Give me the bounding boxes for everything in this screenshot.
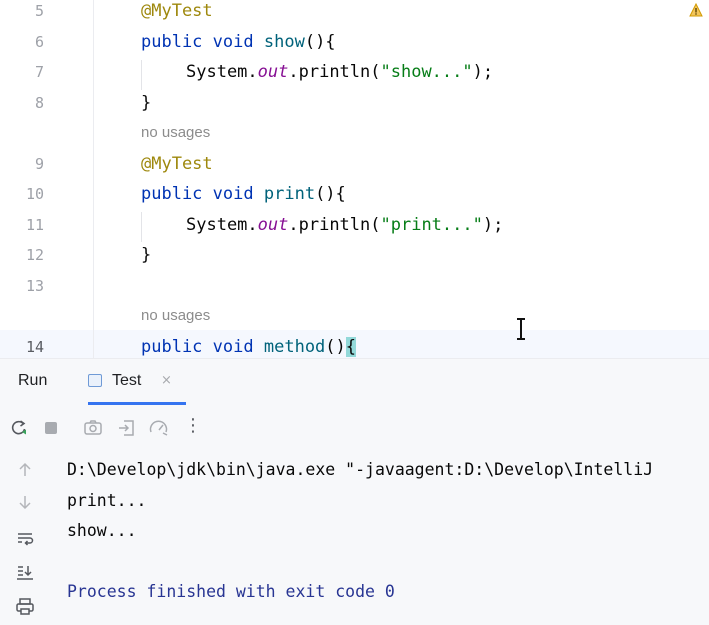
exit-icon[interactable] (116, 417, 138, 439)
token: public (141, 31, 203, 52)
console-line: D:\Develop\jdk\bin\java.exe "-javaagent:… (67, 460, 654, 479)
code-editor[interactable]: 5 @MyTest 6 public void show(){7 System.out.… (0, 0, 709, 358)
line-number[interactable]: 11 (0, 210, 44, 240)
code-text[interactable]: public void show(){ (141, 27, 336, 57)
console-side-toolbar (0, 455, 50, 625)
token: print (263, 184, 316, 204)
rerun-icon[interactable] (8, 417, 30, 439)
usage-hint-row: no usages (0, 301, 709, 331)
code-line: 5 @MyTest (0, 0, 709, 26)
arrow-up-icon[interactable] (14, 459, 36, 481)
exit-status-line: Process finished with exit code 0 (67, 582, 395, 601)
arrow-down-icon[interactable] (14, 491, 36, 513)
token: out (257, 62, 289, 82)
token: } (141, 92, 152, 113)
line-number[interactable]: 10 (0, 179, 44, 209)
code-line: 8} (0, 88, 709, 118)
inlay-hint[interactable]: no usages (141, 118, 210, 148)
run-title[interactable]: Run (18, 372, 47, 390)
token: @MyTest (141, 153, 213, 174)
code-text[interactable]: @MyTest (141, 0, 213, 26)
inlay-hint[interactable]: no usages (141, 301, 210, 331)
line-number[interactable]: 7 (0, 57, 44, 87)
token: @MyTest (141, 1, 213, 21)
camera-icon[interactable] (82, 417, 104, 439)
token: System. (186, 62, 258, 82)
line-number[interactable]: 13 (0, 271, 44, 301)
token: show (263, 31, 305, 52)
token: () (325, 336, 346, 357)
code-line: 14 public void method(){ (0, 332, 709, 359)
code-line: 9 @MyTest (0, 149, 709, 179)
token: method (263, 336, 326, 357)
token: "print..." (380, 214, 483, 235)
line-number[interactable]: 6 (0, 27, 44, 57)
more-icon[interactable]: ⋮ (182, 415, 204, 437)
token: (){ (304, 31, 336, 52)
console-output[interactable]: D:\Develop\jdk\bin\java.exe "-javaagent:… (67, 455, 709, 625)
line-number[interactable]: 12 (0, 240, 44, 270)
scroll-to-end-icon[interactable] (14, 561, 36, 583)
tab-active-indicator (88, 402, 186, 405)
console-line: show... (67, 521, 137, 540)
run-tool-window: Run Test × ⋮ D:\Develop\jdk\bin\java.exe… (0, 358, 709, 625)
token: void (212, 31, 254, 52)
code-line: 10 public void print(){ (0, 179, 709, 209)
token: void (212, 184, 254, 204)
token: public (141, 336, 203, 357)
token: void (212, 336, 254, 357)
code-line: 6 public void show(){ (0, 27, 709, 57)
soft-wrap-icon[interactable] (14, 527, 36, 549)
run-toolbar: ⋮ (0, 413, 709, 445)
usage-hint-row: no usages (0, 118, 709, 148)
code-text[interactable]: public void method(){ (141, 332, 357, 359)
close-icon[interactable]: × (161, 373, 172, 388)
print-icon[interactable] (14, 595, 36, 617)
code-line: 7 System.out.println("show..."); (0, 57, 709, 87)
run-header: Run Test × (0, 359, 709, 405)
token: .println( (288, 62, 381, 82)
code-text[interactable]: @MyTest (141, 149, 213, 179)
code-line: 12} (0, 240, 709, 270)
line-number[interactable]: 9 (0, 149, 44, 179)
token: (){ (315, 184, 346, 204)
token: .println( (288, 214, 381, 235)
warning-icon[interactable] (689, 2, 703, 21)
code-text[interactable]: } (141, 88, 151, 118)
console-line: print... (67, 490, 147, 510)
stop-icon[interactable] (40, 417, 62, 439)
token: "show..." (380, 62, 473, 82)
code-text[interactable]: System.out.println("show..."); (186, 57, 493, 87)
line-number[interactable]: 8 (0, 88, 44, 118)
tab-label: Test (112, 372, 142, 389)
line-number[interactable]: 14 (0, 332, 44, 359)
token: public (141, 184, 203, 204)
code-line: 11 System.out.println("print..."); (0, 210, 709, 240)
token: ); (482, 214, 504, 235)
code-text[interactable]: public void print(){ (141, 179, 346, 209)
tab-test[interactable]: Test × (88, 359, 186, 405)
line-number[interactable]: 5 (0, 0, 44, 26)
code-text[interactable]: } (141, 240, 151, 270)
token: System. (186, 214, 258, 235)
code-line: 13 (0, 271, 709, 301)
matched-brace: { (345, 336, 357, 357)
code-text[interactable]: System.out.println("print..."); (186, 210, 503, 240)
coverage-icon[interactable] (148, 417, 170, 439)
run-config-icon (88, 374, 102, 387)
token: out (257, 214, 289, 235)
text-cursor-icon (517, 318, 525, 340)
token: ); (472, 62, 494, 82)
token: } (141, 245, 152, 265)
